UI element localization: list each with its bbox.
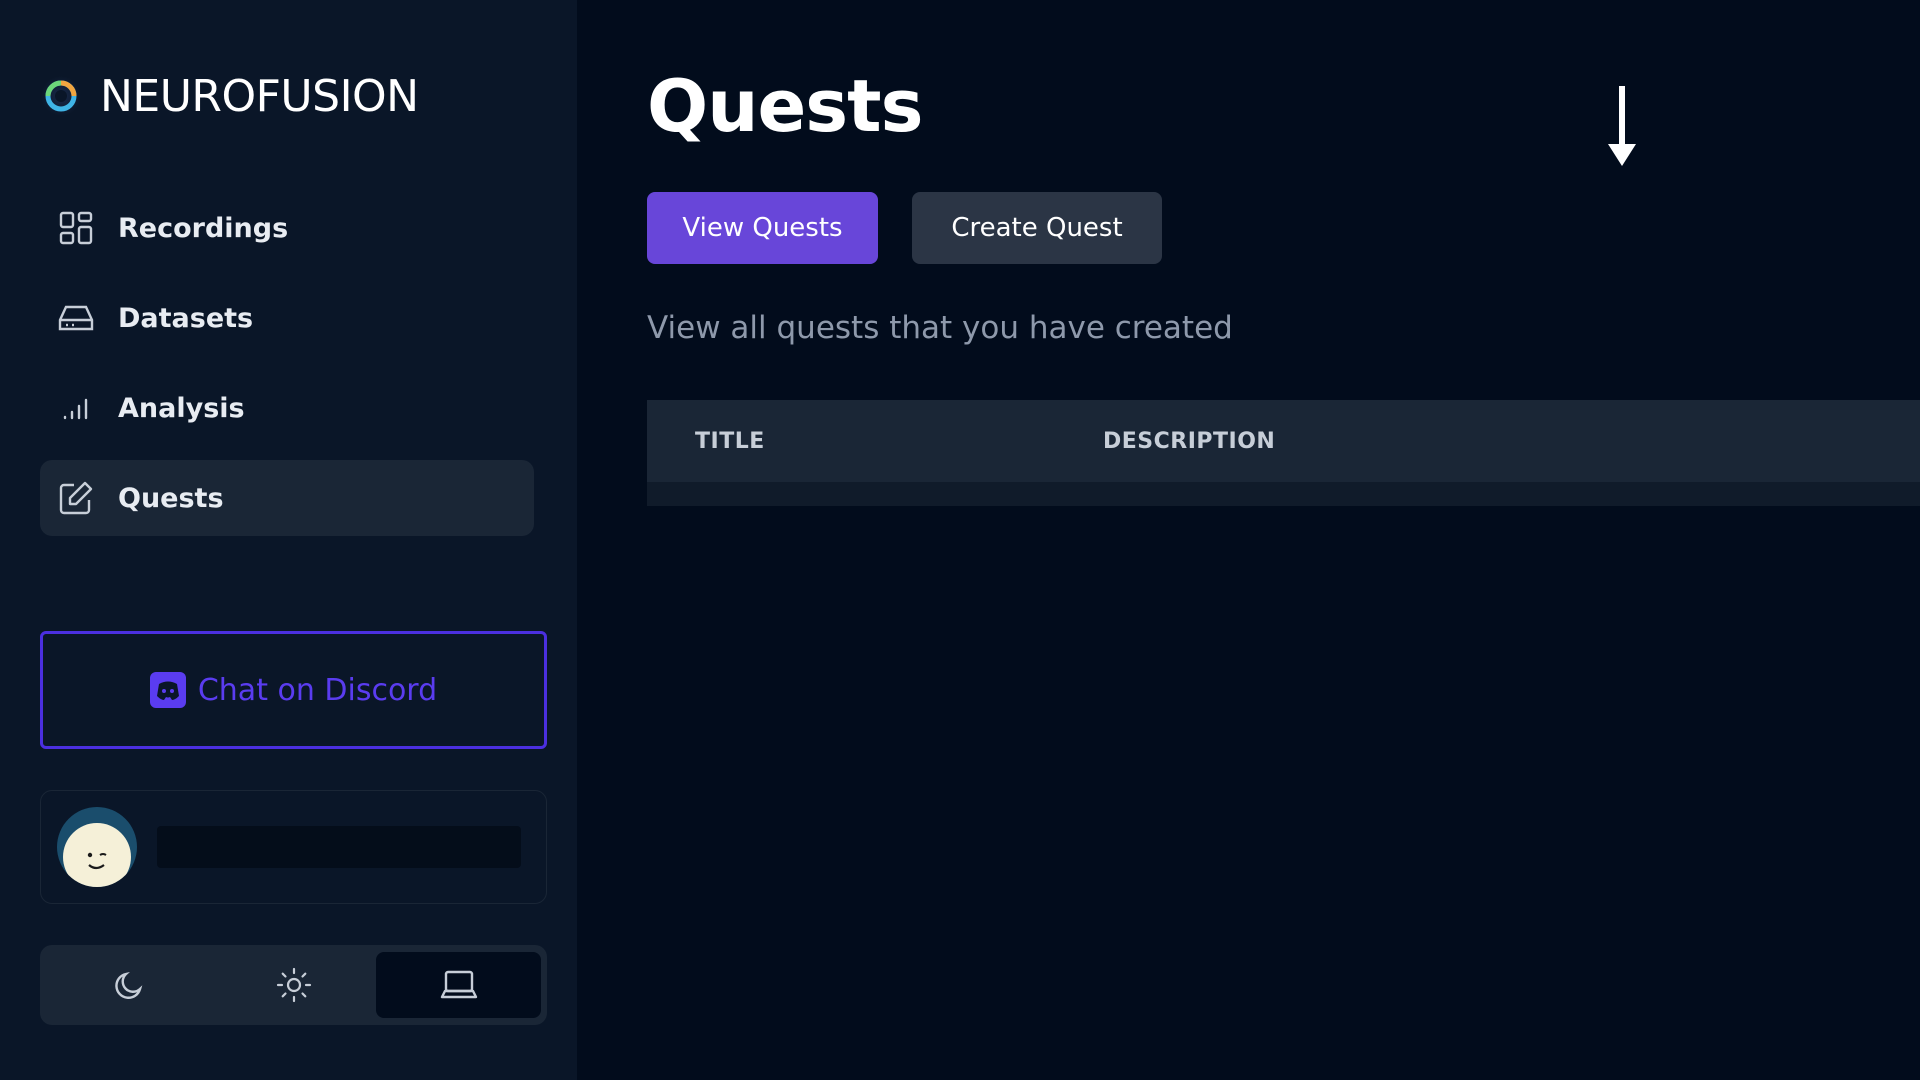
page-subtitle: View all quests that you have created (647, 310, 1233, 346)
create-quest-button[interactable]: Create Quest (912, 192, 1162, 264)
brand[interactable]: NEUROFUSION (40, 68, 419, 124)
page-title: Quests (647, 64, 923, 148)
column-header-title[interactable]: TITLE (647, 429, 1103, 454)
chat-on-discord-button[interactable]: Chat on Discord (40, 631, 547, 749)
sidebar-item-label: Recordings (118, 212, 289, 244)
column-header-description[interactable]: DESCRIPTION (1103, 429, 1275, 454)
smiley-icon (63, 823, 131, 887)
theme-dark-button[interactable] (46, 952, 211, 1018)
quest-actions: View Quests Create Quest (647, 192, 1162, 264)
user-card[interactable] (40, 790, 547, 904)
arrow-down-icon (1608, 86, 1636, 166)
sidebar-item-label: Analysis (118, 392, 245, 424)
quests-table: TITLE DESCRIPTION (647, 400, 1920, 506)
sidebar-item-label: Datasets (118, 302, 254, 334)
table-header: TITLE DESCRIPTION (647, 400, 1920, 482)
grid-icon (58, 210, 94, 246)
sidebar-item-quests[interactable]: Quests (40, 460, 534, 536)
user-name-placeholder (157, 826, 521, 868)
theme-system-button[interactable] (376, 952, 541, 1018)
brand-name: NEUROFUSION (100, 70, 419, 122)
app-root: NEUROFUSION Recordings Datasets Analysis… (0, 0, 1920, 1080)
signal-bars-icon (58, 390, 94, 426)
theme-light-button[interactable] (211, 952, 376, 1018)
theme-switch (40, 945, 547, 1025)
discord-icon (149, 672, 186, 708)
sun-icon (276, 967, 311, 1003)
view-quests-button[interactable]: View Quests (647, 192, 878, 264)
hard-drive-icon (58, 300, 94, 336)
discord-label: Chat on Discord (197, 672, 438, 708)
sidebar: NEUROFUSION Recordings Datasets Analysis… (0, 0, 577, 1080)
avatar (57, 807, 137, 887)
sidebar-item-recordings[interactable]: Recordings (40, 190, 534, 266)
edit-icon (58, 480, 94, 516)
main-content: Quests View Quests Create Quest View all… (577, 0, 1920, 1080)
sidebar-item-label: Quests (118, 482, 224, 514)
table-body (647, 482, 1920, 506)
neurofusion-logo-icon (41, 76, 81, 116)
sidebar-nav: Recordings Datasets Analysis Quests (40, 190, 534, 550)
sidebar-item-datasets[interactable]: Datasets (40, 280, 534, 356)
moon-icon (114, 971, 142, 999)
sidebar-item-analysis[interactable]: Analysis (40, 370, 534, 446)
laptop-icon (440, 970, 477, 999)
